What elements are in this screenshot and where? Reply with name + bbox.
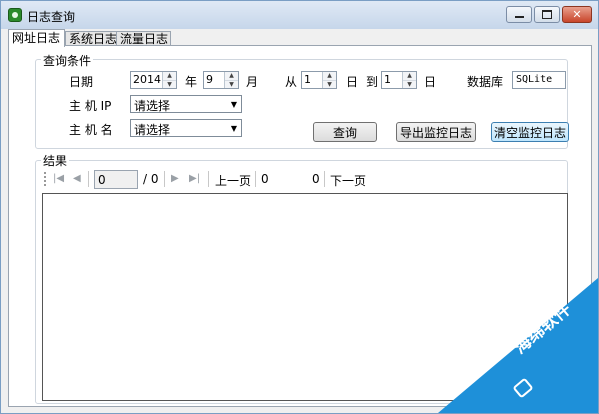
month-unit-label: 月 [246, 75, 259, 89]
minimize-icon [514, 16, 524, 18]
to-day-unit-label: 日 [424, 75, 437, 89]
pager-toolbar: |◀ ◀ 0 / 0 ▶ ▶| 上一页 0 0 下一页 [42, 168, 568, 192]
month-value: 9 [206, 73, 213, 86]
page-number-value: 0 [98, 173, 106, 187]
toolbar-separator [164, 171, 165, 187]
toolbar-grip[interactable] [44, 172, 48, 186]
host-ip-value: 请选择 [134, 99, 171, 113]
maximize-button[interactable] [534, 6, 560, 23]
spin-down-icon[interactable]: ▼ [163, 80, 176, 89]
toolbar-separator [255, 171, 256, 187]
host-name-select[interactable]: 请选择 ▼ [130, 119, 242, 137]
to-label: 到 [366, 75, 379, 89]
app-icon [8, 8, 22, 22]
host-name-label: 主 机 名 [69, 123, 113, 137]
host-ip-select[interactable]: 请选择 ▼ [130, 95, 242, 113]
spin-up-icon[interactable]: ▲ [225, 72, 238, 80]
database-value: SQLite [516, 74, 553, 85]
tab-traffic-log[interactable]: 流量日志 [116, 31, 171, 46]
first-page-icon[interactable]: |◀ [53, 173, 64, 184]
from-day-spinner[interactable]: 1 ▲ ▼ [301, 71, 337, 89]
database-field[interactable]: SQLite [512, 71, 566, 89]
spin-down-icon[interactable]: ▼ [225, 80, 238, 89]
title-bar[interactable]: 日志查询 ✕ [1, 1, 598, 29]
page-number-input[interactable]: 0 [94, 170, 138, 189]
year-unit-label: 年 [185, 75, 198, 89]
from-label: 从 [285, 75, 298, 89]
spin-up-icon[interactable]: ▲ [163, 72, 176, 80]
maximize-icon [542, 10, 552, 19]
from-day-value: 1 [304, 73, 311, 86]
year-value: 2014 [133, 73, 161, 86]
year-spinner[interactable]: 2014 ▲ ▼ [130, 71, 177, 89]
chevron-down-icon: ▼ [230, 100, 237, 109]
current-input-value[interactable]: 0 [261, 172, 269, 186]
spin-down-icon[interactable]: ▼ [323, 80, 336, 89]
current-count-label: 0 [312, 172, 320, 186]
minimize-button[interactable] [506, 6, 532, 23]
chevron-down-icon: ▼ [230, 124, 237, 133]
database-label: 数据库 [467, 75, 504, 89]
host-ip-label: 主 机 IP [69, 99, 112, 113]
date-label: 日期 [69, 75, 94, 89]
results-label: 结果 [41, 152, 70, 169]
prev-page-icon[interactable]: ◀ [73, 173, 81, 184]
query-conditions-label: 查询条件 [41, 52, 94, 69]
to-day-spinner[interactable]: 1 ▲ ▼ [381, 71, 417, 89]
tab-url-log[interactable]: 网址日志 [8, 29, 65, 47]
from-day-unit-label: 日 [346, 75, 359, 89]
clear-log-button[interactable]: 清空监控日志 [491, 122, 569, 142]
close-icon: ✕ [572, 8, 582, 21]
export-log-button[interactable]: 导出监控日志 [396, 122, 476, 142]
next-page-icon[interactable]: ▶ [171, 173, 179, 184]
spin-up-icon[interactable]: ▲ [323, 72, 336, 80]
toolbar-separator [324, 171, 325, 187]
query-button[interactable]: 查询 [313, 122, 377, 142]
month-spinner[interactable]: 9 ▲ ▼ [203, 71, 239, 89]
toolbar-separator [208, 171, 209, 187]
to-day-value: 1 [384, 73, 391, 86]
main-window: 日志查询 ✕ 网址日志 系统日志 流量日志 查询条件 日期 2014 ▲ ▼ 年 … [0, 0, 599, 414]
last-page-icon[interactable]: ▶| [189, 173, 200, 184]
spin-up-icon[interactable]: ▲ [403, 72, 416, 80]
page-total-label: / 0 [143, 172, 159, 186]
prev-page-button[interactable]: 上一页 [215, 172, 251, 189]
next-page-button[interactable]: 下一页 [330, 172, 366, 189]
close-button[interactable]: ✕ [562, 6, 592, 23]
toolbar-separator [88, 171, 89, 187]
host-name-value: 请选择 [134, 123, 171, 137]
tab-system-log[interactable]: 系统日志 [65, 31, 117, 46]
window-title: 日志查询 [27, 10, 76, 24]
spin-down-icon[interactable]: ▼ [403, 80, 416, 89]
